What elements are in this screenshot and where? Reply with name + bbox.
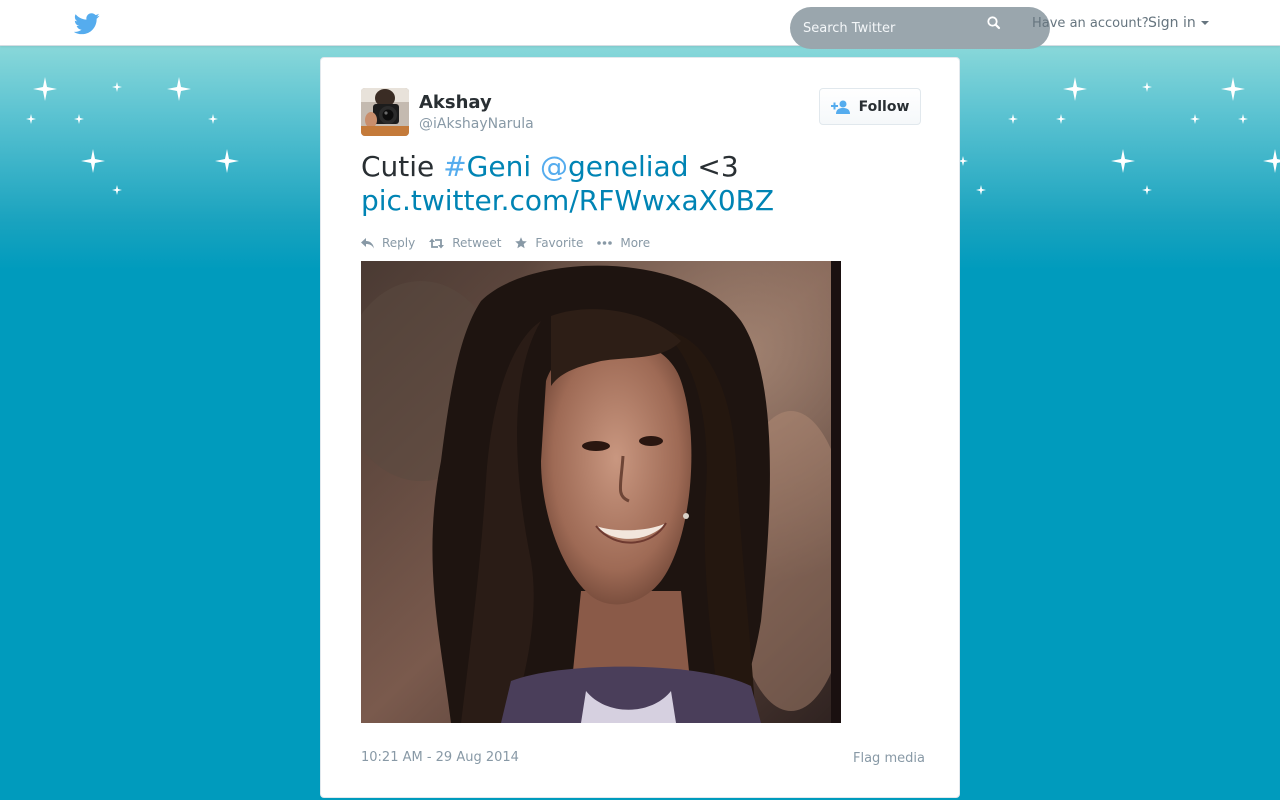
have-account-text: Have an account? bbox=[1032, 16, 1149, 31]
sign-in-label: Sign in bbox=[1148, 15, 1196, 31]
hashtag-symbol: # bbox=[443, 150, 467, 183]
search-icon[interactable] bbox=[986, 15, 1002, 31]
caret-down-icon bbox=[1200, 21, 1209, 25]
reply-label: Reply bbox=[382, 236, 416, 250]
author-name[interactable]: Akshay bbox=[419, 92, 492, 113]
follow-button[interactable]: Follow bbox=[819, 88, 921, 125]
tweet-media-photo[interactable] bbox=[361, 261, 841, 723]
tweet-actions: Reply Retweet Favorite More bbox=[361, 234, 650, 252]
favorite-action[interactable]: Favorite bbox=[515, 234, 583, 252]
mention-symbol: @ bbox=[540, 150, 569, 183]
twitter-bird-icon[interactable] bbox=[74, 13, 100, 35]
retweet-label: Retweet bbox=[452, 236, 502, 250]
search-input[interactable] bbox=[803, 20, 983, 36]
tweet-text: Cutie #Geni @geneliad <3 pic.twitter.com/… bbox=[361, 150, 931, 218]
avatar[interactable] bbox=[361, 88, 409, 136]
photo-image bbox=[361, 261, 841, 723]
mention-text: geneliad bbox=[568, 150, 689, 183]
more-action[interactable]: More bbox=[597, 234, 650, 252]
favorite-label: Favorite bbox=[535, 236, 584, 250]
follow-label: Follow bbox=[858, 98, 910, 115]
add-user-icon bbox=[830, 100, 850, 114]
search-box bbox=[790, 7, 1050, 49]
flag-media-link[interactable]: Flag media bbox=[853, 751, 925, 766]
tweet-card: Akshay @iAkshayNarula Follow Cutie #Geni… bbox=[320, 57, 960, 798]
star-icon bbox=[515, 237, 528, 249]
reply-icon bbox=[361, 237, 374, 248]
more-label: More bbox=[620, 236, 651, 250]
mention-link[interactable]: @geneliad bbox=[540, 150, 688, 183]
sign-in-dropdown[interactable]: Sign in bbox=[1148, 15, 1209, 31]
ellipsis-icon bbox=[597, 241, 613, 245]
tweet-timestamp[interactable]: 10:21 AM - 29 Aug 2014 bbox=[361, 750, 519, 765]
retweet-icon bbox=[429, 238, 445, 248]
camera-photo-image bbox=[361, 88, 409, 136]
tweet-text-suffix: <3 bbox=[688, 150, 739, 183]
reply-action[interactable]: Reply bbox=[361, 234, 415, 252]
author-handle[interactable]: @iAkshayNarula bbox=[419, 116, 534, 132]
hashtag-text: Geni bbox=[466, 150, 532, 183]
hashtag-link[interactable]: #Geni bbox=[443, 150, 531, 183]
tweet-text-prefix: Cutie bbox=[361, 150, 444, 183]
pic-link[interactable]: pic.twitter.com/RFWwxaX0BZ bbox=[361, 184, 774, 217]
retweet-action[interactable]: Retweet bbox=[429, 234, 501, 252]
top-navigation-bar: Have an account? Sign in bbox=[0, 0, 1280, 49]
